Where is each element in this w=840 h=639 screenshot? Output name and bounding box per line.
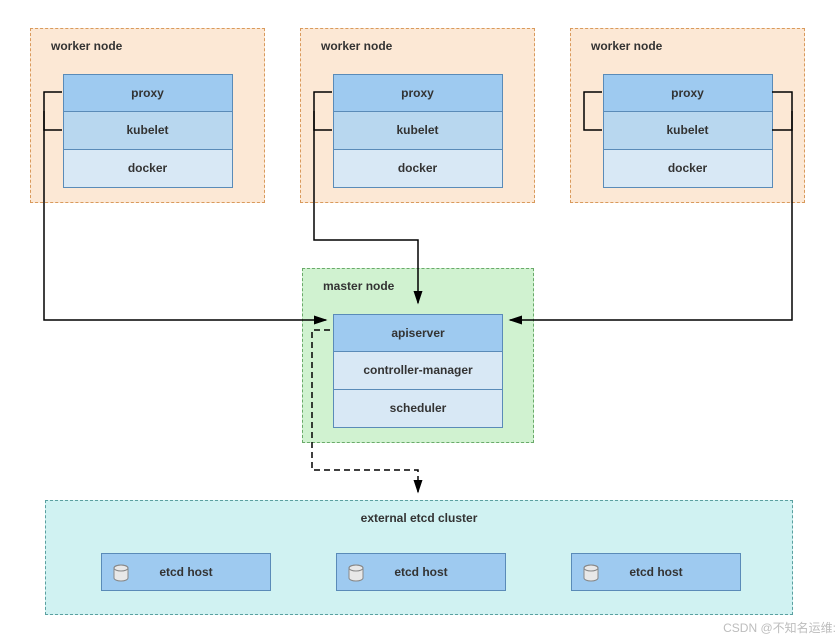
etcd-host-label: etcd host: [394, 565, 447, 579]
proxy-box: proxy: [63, 74, 233, 112]
database-icon: [112, 562, 130, 598]
worker-stack: proxy kubelet docker: [333, 74, 503, 188]
scheduler-box: scheduler: [333, 390, 503, 428]
docker-box: docker: [333, 150, 503, 188]
master-stack: apiserver controller-manager scheduler: [333, 314, 503, 428]
watermark: CSDN @不知名运维:: [723, 619, 836, 636]
etcd-cluster-title: external etcd cluster: [361, 511, 478, 525]
database-icon: [347, 562, 365, 598]
docker-box: docker: [63, 150, 233, 188]
etcd-host-2: etcd host: [336, 553, 506, 591]
kubelet-box: kubelet: [333, 112, 503, 150]
worker-stack: proxy kubelet docker: [63, 74, 233, 188]
database-icon: [582, 562, 600, 598]
etcd-host-3: etcd host: [571, 553, 741, 591]
kubelet-box: kubelet: [63, 112, 233, 150]
proxy-box: proxy: [603, 74, 773, 112]
docker-box: docker: [603, 150, 773, 188]
controller-box: controller-manager: [333, 352, 503, 390]
worker-node-1: worker node proxy kubelet docker: [30, 28, 265, 203]
etcd-host-1: etcd host: [101, 553, 271, 591]
master-node-title: master node: [323, 279, 394, 293]
worker-node-3: worker node proxy kubelet docker: [570, 28, 805, 203]
etcd-host-label: etcd host: [629, 565, 682, 579]
apiserver-box: apiserver: [333, 314, 503, 352]
kubelet-box: kubelet: [603, 112, 773, 150]
proxy-box: proxy: [333, 74, 503, 112]
worker-node-title: worker node: [591, 39, 662, 53]
worker-node-title: worker node: [321, 39, 392, 53]
worker-node-2: worker node proxy kubelet docker: [300, 28, 535, 203]
worker-node-title: worker node: [51, 39, 122, 53]
etcd-cluster: external etcd cluster etcd host etcd hos…: [45, 500, 793, 615]
master-node: master node apiserver controller-manager…: [302, 268, 534, 443]
worker-stack: proxy kubelet docker: [603, 74, 773, 188]
etcd-host-label: etcd host: [159, 565, 212, 579]
